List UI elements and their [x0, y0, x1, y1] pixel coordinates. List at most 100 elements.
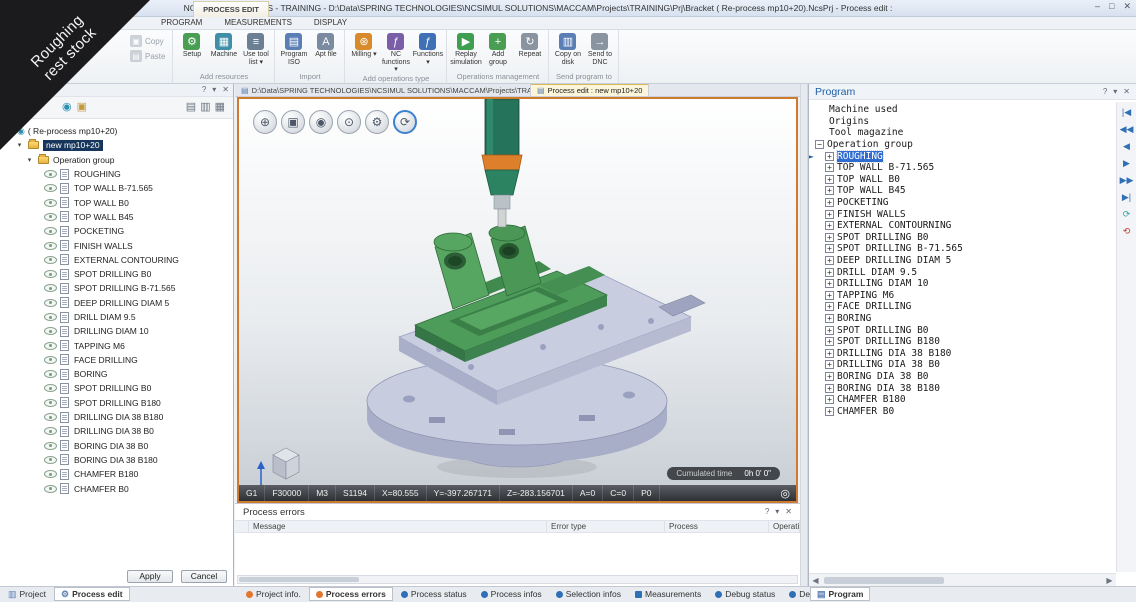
functions-button[interactable]: ƒFunctions ▾ — [412, 31, 443, 74]
visibility-eye-icon[interactable] — [44, 327, 57, 335]
program-op-boring[interactable]: +BORING — [813, 313, 1116, 325]
tree-node-spot-drilling-b180[interactable]: SPOT DRILLING B180 — [0, 396, 233, 410]
visibility-eye-icon[interactable] — [44, 242, 57, 250]
tree-node-finish-walls[interactable]: FINISH WALLS — [0, 238, 233, 252]
tree-node-face-drilling[interactable]: FACE DRILLING — [0, 353, 233, 367]
milling-button[interactable]: ⊛Milling ▾ — [348, 31, 379, 74]
expand-plus-icon[interactable]: + — [825, 314, 834, 323]
scrollbar-thumb[interactable] — [824, 577, 944, 584]
target-icon[interactable]: ◉ — [62, 100, 72, 113]
stock-display-icon[interactable]: ▣ — [281, 110, 305, 134]
statusbar-tab-project-info[interactable]: Project info. — [240, 587, 307, 601]
setup-button[interactable]: ⚙Setup — [176, 31, 207, 72]
program-op-spot-drilling-b180[interactable]: +SPOT DRILLING B180 — [813, 336, 1116, 348]
program-op-finish-walls[interactable]: +FINISH WALLS — [813, 208, 1116, 220]
expand-icon[interactable]: ▾ — [5, 127, 14, 135]
cancel-button[interactable]: Cancel — [181, 570, 227, 583]
expand-icon[interactable]: ▾ — [15, 141, 24, 149]
close-panel-icon[interactable]: ✕ — [785, 507, 792, 516]
collapse-minus-icon[interactable]: − — [815, 140, 824, 149]
tree-node-program[interactable]: ▾new mp10+20 — [0, 138, 233, 152]
play-forward-icon[interactable]: ▶ — [1123, 158, 1130, 168]
send-to-dnc-button[interactable]: →Send to DNC — [584, 31, 615, 72]
statusbar-tab-debug-status[interactable]: Debug status — [709, 587, 781, 601]
expand-plus-icon[interactable]: + — [825, 337, 834, 346]
add-group-button[interactable]: +Add group — [482, 31, 513, 72]
help-icon[interactable]: ? — [202, 85, 206, 94]
statusbar-tab-process-infos[interactable]: Process infos — [475, 587, 548, 601]
program-node-tool-magazine[interactable]: Tool magazine — [813, 127, 1116, 139]
tree-node-drilling-dia-38-b0[interactable]: DRILLING DIA 38 B0 — [0, 424, 233, 438]
program-op-drill-diam-9-5[interactable]: +DRILL DIAM 9.5 — [813, 266, 1116, 278]
use-tool-list-button[interactable]: ≡Use tool list ▾ — [240, 31, 271, 72]
tree-node-drilling-dia-38-b180[interactable]: DRILLING DIA 38 B180 — [0, 410, 233, 424]
apt-file-button[interactable]: AApt file — [310, 31, 341, 72]
visibility-eye-icon[interactable] — [44, 184, 57, 192]
visibility-eye-icon[interactable] — [44, 384, 57, 392]
minimize-button[interactable]: – — [1095, 1, 1100, 12]
ribbon-tab-display[interactable]: DISPLAY — [303, 17, 358, 29]
tree-node-boring-dia-38-b0[interactable]: BORING DIA 38 B0 — [0, 439, 233, 453]
pin-icon[interactable]: ▾ — [1113, 87, 1117, 96]
view-tab-program[interactable]: ▤Program — [810, 587, 870, 601]
statusbar-tab-selection-infos[interactable]: Selection infos — [550, 587, 627, 601]
tree-node-deep-drilling-diam-5[interactable]: DEEP DRILLING DIAM 5 — [0, 296, 233, 310]
tab-process-edit[interactable]: PROCESS EDIT — [193, 1, 269, 17]
tree-node-top-wall-b45[interactable]: TOP WALL B45 — [0, 210, 233, 224]
program-op-spot-drilling-b0[interactable]: +SPOT DRILLING B0 — [813, 324, 1116, 336]
tree-node-spot-drilling-b0[interactable]: SPOT DRILLING B0 — [0, 381, 233, 395]
program-op-chamfer-b0[interactable]: +CHAMFER B0 — [813, 405, 1116, 417]
tree-node-boring[interactable]: BORING — [0, 367, 233, 381]
ribbon-tab-measurements[interactable]: MEASUREMENTS — [213, 17, 303, 29]
tree-node-roughing[interactable]: ROUGHING — [0, 167, 233, 181]
orbit-view-icon[interactable]: ⊕ — [253, 110, 277, 134]
scrollbar-thumb[interactable] — [239, 577, 359, 582]
tree-node-boring-dia-38-b180[interactable]: BORING DIA 38 B180 — [0, 453, 233, 467]
expand-plus-icon[interactable]: + — [825, 163, 834, 172]
expand-plus-icon[interactable]: + — [825, 302, 834, 311]
program-op-boring-dia-38-b0[interactable]: +BORING DIA 38 B0 — [813, 371, 1116, 383]
replay-simulation-button[interactable]: ▶Replay simulation — [450, 31, 481, 72]
document-tab-process-edit[interactable]: ▤ Process edit : new mp10+20 — [531, 84, 649, 96]
visibility-eye-icon[interactable] — [44, 342, 57, 350]
program-op-pocketing[interactable]: +POCKETING — [813, 197, 1116, 209]
step-forward-icon[interactable]: ▶▶ — [1120, 175, 1134, 185]
expand-plus-icon[interactable]: + — [825, 152, 834, 161]
program-op-top-wall-b0[interactable]: +TOP WALL B0 — [813, 174, 1116, 186]
visibility-eye-icon[interactable] — [44, 413, 57, 421]
viewport-3d-scene[interactable] — [239, 99, 796, 501]
view-tab-process-edit[interactable]: ⚙Process edit — [54, 587, 130, 601]
visibility-eye-icon[interactable] — [44, 199, 57, 207]
program-op-top-wall-b45[interactable]: +TOP WALL B45 — [813, 185, 1116, 197]
program-horizontal-scrollbar[interactable]: ◀ ▶ — [809, 573, 1116, 586]
tree-node-drilling-diam-10[interactable]: DRILLING DIAM 10 — [0, 324, 233, 338]
go-first-icon[interactable]: |◀ — [1122, 107, 1131, 117]
tree-node-tapping-m6[interactable]: TAPPING M6 — [0, 338, 233, 352]
expand-plus-icon[interactable]: + — [825, 349, 834, 358]
restore-button[interactable]: □ — [1109, 1, 1114, 12]
detach-status-icon[interactable]: ◎ — [780, 487, 790, 500]
go-last-icon[interactable]: ▶| — [1122, 192, 1131, 202]
list-view-icon[interactable]: ▤ — [186, 100, 196, 113]
tree-node-spot-drilling-b-71-565[interactable]: SPOT DRILLING B-71.565 — [0, 281, 233, 295]
visibility-eye-icon[interactable] — [44, 456, 57, 464]
statusbar-tab-process-status[interactable]: Process status — [395, 587, 473, 601]
program-op-tapping-m6[interactable]: +TAPPING M6 — [813, 290, 1116, 302]
expand-plus-icon[interactable]: + — [825, 291, 834, 300]
settings-icon[interactable]: ⚙ — [365, 110, 389, 134]
reset-icon[interactable]: ⟲ — [1123, 226, 1131, 236]
visibility-eye-icon[interactable] — [44, 313, 57, 321]
program-op-spot-drilling-b0[interactable]: +SPOT DRILLING B0 — [813, 232, 1116, 244]
program-iso-button[interactable]: ▤Program ISO — [278, 31, 309, 72]
expand-plus-icon[interactable]: + — [825, 360, 834, 369]
zoom-icon[interactable]: ⊙ — [337, 110, 361, 134]
ribbon-tab-program[interactable]: PROGRAM — [150, 17, 213, 29]
expand-icon[interactable]: ▾ — [25, 156, 34, 164]
machine-button[interactable]: ▦Machine — [208, 31, 239, 72]
close-panel-icon[interactable]: ✕ — [1123, 87, 1130, 96]
refresh-view-icon[interactable]: ⟳ — [393, 110, 417, 134]
program-op-drilling-dia-38-b180[interactable]: +DRILLING DIA 38 B180 — [813, 347, 1116, 359]
visibility-eye-icon[interactable] — [44, 227, 57, 235]
program-op-boring-dia-38-b180[interactable]: +BORING DIA 38 B180 — [813, 382, 1116, 394]
visibility-eye-icon[interactable] — [44, 170, 57, 178]
